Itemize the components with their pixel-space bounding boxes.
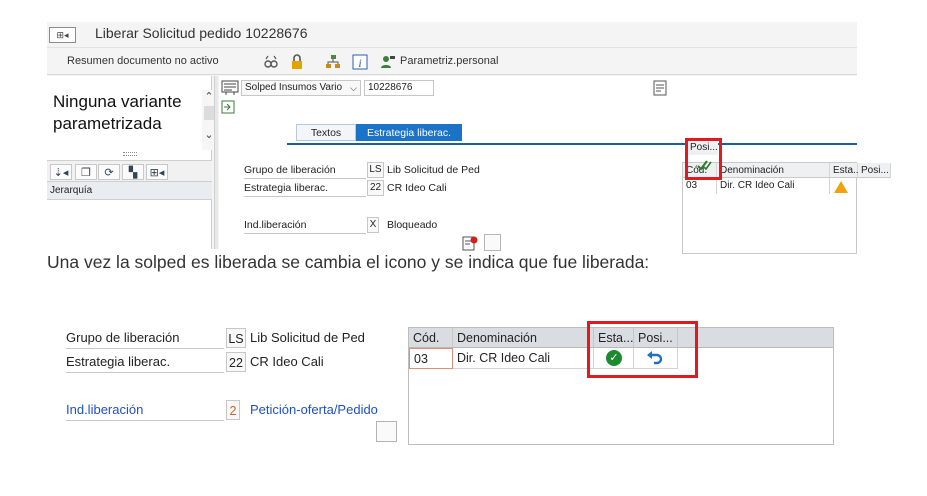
splitter-grip[interactable] [123, 152, 137, 156]
cell-denominacion[interactable]: Dir. CR Ideo Cali [717, 178, 830, 194]
highlight-box-status-position [587, 321, 698, 378]
chevron-down-icon: ⌵ [350, 83, 357, 93]
svg-text:i: i [358, 56, 361, 70]
tree-header: Jerarquía [47, 182, 212, 200]
lock-icon[interactable] [288, 53, 306, 71]
ind-liberacion-text: Bloqueado [387, 219, 438, 231]
user-settings-icon[interactable] [379, 53, 397, 71]
title-bar: ⊞◂ Liberar Solicitud pedido 10228676 [47, 22, 857, 48]
scroll-thumb[interactable] [204, 106, 214, 120]
col-header-estado[interactable]: Esta.. [830, 163, 859, 178]
col-header-filler [678, 328, 833, 348]
personal-settings-button[interactable]: Parametriz.personal [400, 55, 498, 67]
window-title: Liberar Solicitud pedido 10228676 [95, 25, 308, 41]
grupo-liberacion-text: Lib Solicitud de Ped [387, 164, 480, 176]
grupo-liberacion-text: Lib Solicitud de Ped [250, 330, 365, 345]
col-header-denominacion[interactable]: Denominación [717, 163, 830, 178]
cell-cod[interactable]: 03 [409, 348, 453, 369]
grupo-liberacion-label: Grupo de liberación [244, 164, 366, 179]
col-header-posicion-visible: Posi... [688, 141, 718, 155]
refresh-icon[interactable]: ⟳ [98, 164, 120, 180]
ind-liberacion-label: Ind.liberación [244, 219, 366, 234]
ind-liberacion-text: Petición-oferta/Pedido [250, 402, 378, 417]
caption-text: Una vez la solped es liberada se cambia … [47, 252, 650, 272]
tab-estrategia-liberac[interactable]: Estrategia liberac. [356, 124, 462, 141]
tab-underline [287, 143, 857, 145]
tab-textos[interactable]: Textos [296, 124, 356, 141]
grupo-liberacion-code[interactable]: LS [367, 162, 384, 178]
sap-screenshot-after: Grupo de liberación LS Lib Solicitud de … [48, 312, 857, 462]
release-checkbox[interactable] [484, 234, 501, 251]
variant-message: Ninguna variante parametrizada [53, 92, 182, 133]
estrategia-liberac-text: CR Ideo Cali [387, 182, 447, 194]
copy-icon[interactable]: ❐ [75, 164, 97, 180]
col-header-cod[interactable]: Cód. [409, 328, 453, 348]
document-number-input[interactable]: 10228676 [364, 80, 434, 96]
estrategia-liberac-code[interactable]: 22 [226, 352, 246, 372]
left-navigation-pane: Ninguna variante parametrizada ⌃ ⌄ ⇣◂ ❐ … [47, 76, 216, 249]
ind-liberacion-code[interactable]: X [367, 217, 379, 233]
cell-denominacion[interactable]: Dir. CR Ideo Cali [453, 348, 594, 369]
release-detail-icon[interactable] [461, 234, 479, 252]
col-header-denominacion[interactable]: Denominación [453, 328, 594, 348]
release-checkbox[interactable] [376, 421, 397, 442]
pane-splitter[interactable] [214, 76, 218, 249]
estrategia-liberac-code[interactable]: 22 [367, 180, 384, 196]
document-type-value: Solped Insumos Vario [245, 82, 343, 93]
collapse-header-icon[interactable] [221, 100, 235, 114]
estrategia-liberac-label: Estrategia liberac. [244, 182, 366, 197]
cell-cod[interactable]: 03 [683, 178, 717, 194]
summary-toggle-button[interactable]: Resumen documento no activo [67, 55, 219, 67]
estrategia-liberac-text: CR Ideo Cali [250, 354, 324, 369]
grupo-liberacion-label: Grupo de liberación [66, 330, 224, 349]
menu-button[interactable]: ⊞◂ [49, 27, 76, 43]
document-icon[interactable] [221, 80, 239, 96]
estrategia-liberac-label: Estrategia liberac. [66, 354, 224, 373]
ind-liberacion-code[interactable]: 2 [226, 400, 240, 420]
tree-toolbar: ⇣◂ ❐ ⟳ ▚ ⊞◂ [47, 160, 212, 182]
binoculars-icon[interactable]: ▚ [122, 164, 144, 180]
grupo-liberacion-code[interactable]: LS [226, 328, 246, 348]
org-structure-icon[interactable] [324, 53, 342, 71]
warning-triangle-icon[interactable] [833, 180, 853, 194]
document-type-select[interactable]: Solped Insumos Vario ⌵ [241, 80, 361, 96]
document-detail-pane: Solped Insumos Vario ⌵ 10228676 Textos E… [219, 76, 891, 254]
layout-icon[interactable]: ⊞◂ [146, 164, 168, 180]
document-overview-icon[interactable] [652, 80, 668, 96]
info-icon[interactable]: i [351, 53, 369, 71]
expand-icon[interactable]: ⇣◂ [50, 164, 72, 180]
release-check-icon[interactable] [696, 157, 712, 173]
glasses-icon[interactable] [262, 53, 280, 71]
col-header-posicion[interactable]: Posi... [858, 163, 891, 178]
ind-liberacion-label[interactable]: Ind.liberación [66, 402, 224, 421]
sap-screenshot-before: ⊞◂ Liberar Solicitud pedido 10228676 Res… [47, 22, 891, 254]
application-toolbar: Resumen documento no activo i Parametriz… [47, 49, 857, 75]
